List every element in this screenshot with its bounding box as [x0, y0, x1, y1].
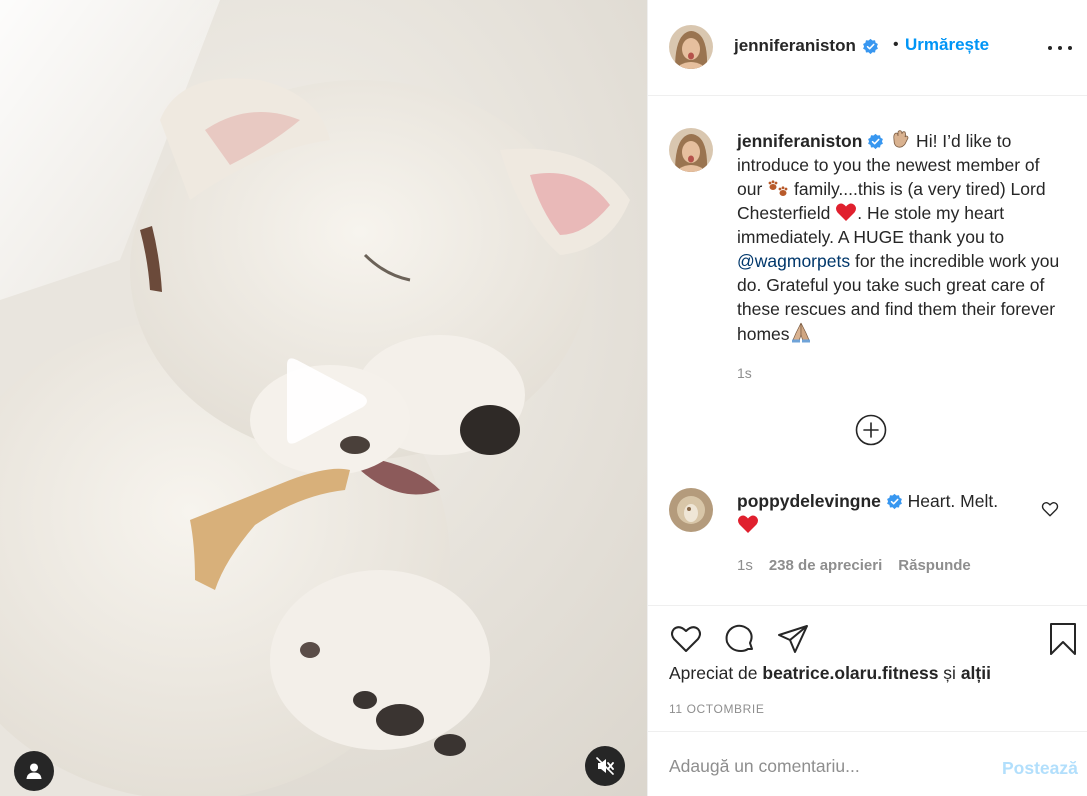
- muted-speaker-icon: [596, 757, 614, 775]
- liked-by-user[interactable]: beatrice.olaru.fitness: [762, 663, 938, 683]
- play-icon: [287, 358, 367, 444]
- folded-hands-emoji: [791, 322, 810, 343]
- comment-icon: [725, 624, 753, 652]
- verified-icon: [862, 38, 878, 54]
- play-button[interactable]: [281, 355, 371, 447]
- post-details-panel: jenniferaniston • Urmărește jenniferanis…: [647, 0, 1087, 796]
- mention-link[interactable]: @wagmorpets: [737, 251, 850, 271]
- heart-outline-icon: [1041, 502, 1059, 517]
- verified-icon: [886, 493, 902, 510]
- paw-prints-emoji: [768, 180, 788, 196]
- share-button[interactable]: [776, 622, 810, 656]
- author-username-text: jenniferaniston: [734, 36, 856, 55]
- reply-button[interactable]: Răspunde: [898, 557, 971, 574]
- dot-2: [1058, 46, 1062, 50]
- caption-avatar[interactable]: [669, 128, 713, 172]
- author-avatar[interactable]: [669, 25, 713, 69]
- more-options-icon[interactable]: [1048, 36, 1072, 60]
- caption-username[interactable]: jenniferaniston: [737, 131, 862, 151]
- bookmark-icon: [1050, 623, 1076, 655]
- tagged-users-button[interactable]: [14, 751, 54, 791]
- audio-toggle-button[interactable]: [585, 746, 625, 786]
- dot-3: [1068, 46, 1072, 50]
- comment-likes-count[interactable]: 238 de aprecieri: [769, 557, 882, 574]
- post-comment-button[interactable]: Postează: [1002, 758, 1078, 779]
- comment-input[interactable]: [669, 754, 989, 778]
- liked-prefix: Apreciat de: [669, 663, 763, 683]
- like-button[interactable]: [669, 622, 703, 656]
- post-media[interactable]: [0, 0, 647, 796]
- comment-like-button[interactable]: [1041, 500, 1059, 518]
- post-date[interactable]: 11 OCTOMBRIE: [669, 702, 764, 716]
- caption-timestamp: 1s: [737, 365, 752, 381]
- commenter-avatar[interactable]: [669, 488, 713, 532]
- author-username[interactable]: jenniferaniston: [734, 36, 879, 56]
- waving-hand-emoji: [893, 130, 909, 148]
- red-heart-emoji: [836, 203, 857, 221]
- share-icon: [778, 625, 808, 653]
- comment-text: Heart. Melt.: [902, 491, 999, 511]
- liked-by-others[interactable]: alții: [961, 663, 991, 683]
- liked-and: și: [938, 663, 961, 683]
- verified-icon: [868, 133, 884, 150]
- comment-item: poppydelevingne Heart. Melt.: [737, 489, 1027, 537]
- separator-dot: •: [893, 36, 899, 53]
- comment-button[interactable]: [723, 622, 757, 656]
- red-heart-emoji: [738, 515, 758, 533]
- load-more-comments-button[interactable]: [855, 414, 887, 446]
- liked-by-text: Apreciat de beatrice.olaru.fitness și al…: [669, 663, 991, 684]
- post-caption: jenniferaniston Hi! I’d like to introduc…: [737, 128, 1067, 346]
- follow-button[interactable]: Urmărește: [905, 35, 989, 55]
- plus-circle-icon: [855, 414, 887, 446]
- add-comment-area: Postează: [648, 731, 1087, 796]
- dot-1: [1048, 46, 1052, 50]
- comment-timestamp: 1s: [737, 557, 753, 574]
- heart-icon: [671, 626, 701, 652]
- post-header: jenniferaniston • Urmărește: [648, 0, 1087, 96]
- commenter-username[interactable]: poppydelevingne: [737, 491, 881, 511]
- save-button[interactable]: [1046, 622, 1080, 656]
- comment-meta: 1s 238 de aprecieri Răspunde: [737, 557, 971, 574]
- user-tag-icon: [26, 763, 42, 779]
